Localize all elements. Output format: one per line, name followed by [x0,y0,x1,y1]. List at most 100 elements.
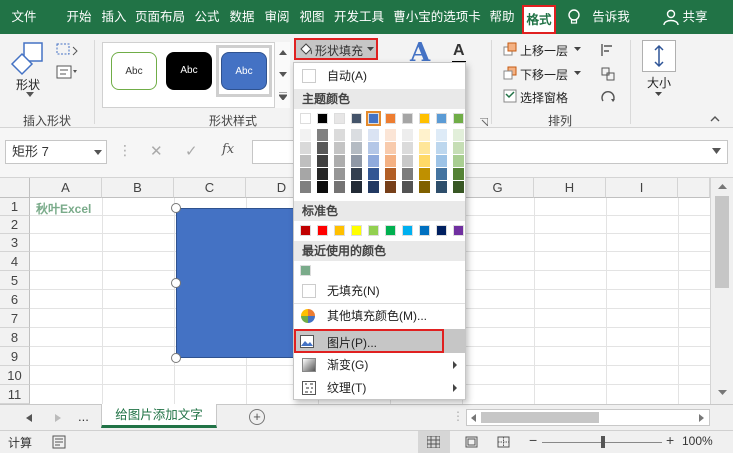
standard-color-swatch[interactable] [334,225,345,236]
theme-shade-swatch[interactable] [402,142,413,154]
text-box-icon[interactable] [55,64,79,80]
more-sheets[interactable]: ... [78,409,89,424]
column-header[interactable] [678,178,710,198]
theme-color-swatch[interactable] [402,113,413,124]
theme-shade-swatch[interactable] [453,142,464,154]
menu-item-picture[interactable]: 图片(P)... [294,329,444,353]
menu-item-gradient[interactable]: 渐变(G) [294,354,465,376]
theme-shade-swatch[interactable] [351,168,362,180]
row-header[interactable]: 7 [0,309,30,328]
resize-handle[interactable] [171,278,181,288]
dialog-launcher-icon[interactable] [480,118,488,126]
theme-shade-swatch[interactable] [351,155,362,167]
style-sample-outline[interactable]: Abc [111,52,157,90]
theme-shade-swatch[interactable] [300,142,311,154]
user-icon[interactable] [662,8,680,26]
theme-shade-swatch[interactable] [317,155,328,167]
chevron-up-icon[interactable] [279,50,287,55]
cell-a1-text[interactable]: 秋叶Excel [36,200,91,217]
resize-handle[interactable] [171,203,181,213]
theme-shade-swatch[interactable] [334,142,345,154]
chevron-down-icon[interactable] [94,150,102,155]
theme-color-swatch[interactable] [351,113,362,124]
theme-shade-swatch[interactable] [385,142,396,154]
zoom-slider-thumb[interactable] [601,436,605,448]
chevron-down-icon[interactable] [574,47,581,51]
menu-item-texture[interactable]: 纹理(T) [294,377,465,399]
chevron-down-icon[interactable] [26,92,34,97]
insert-function-icon[interactable]: fx [222,142,234,157]
align-icon[interactable] [600,42,616,58]
row-header[interactable]: 8 [0,328,30,347]
standard-color-swatch[interactable] [419,225,430,236]
tab-home[interactable]: 开始 [62,0,96,34]
rotate-icon[interactable] [600,89,616,105]
vertical-scrollbar[interactable] [710,178,733,404]
zoom-level[interactable]: 100% [682,434,713,448]
standard-color-swatch[interactable] [436,225,447,236]
theme-shade-swatch[interactable] [317,181,328,193]
theme-color-swatch[interactable] [419,113,430,124]
theme-shade-swatch[interactable] [300,155,311,167]
theme-shade-swatch[interactable] [317,142,328,154]
tab-developer[interactable]: 开发工具 [330,0,388,34]
tab-insert[interactable]: 插入 [97,0,131,34]
standard-color-swatch[interactable] [385,225,396,236]
page-layout-view-icon[interactable] [465,436,478,448]
cancel-icon[interactable]: ✕ [150,142,163,160]
theme-shade-swatch[interactable] [402,155,413,167]
theme-shade-swatch[interactable] [419,155,430,167]
theme-color-swatch[interactable] [300,113,311,124]
horizontal-scrollbar[interactable] [466,409,710,426]
theme-shade-swatch[interactable] [334,129,345,141]
prev-sheet-icon[interactable] [26,414,32,422]
chevron-down-icon[interactable] [655,92,662,96]
scroll-up-icon[interactable] [718,184,727,189]
row-header[interactable]: 2 [0,216,30,234]
theme-shade-swatch[interactable] [436,168,447,180]
add-sheet-button[interactable]: + [249,409,265,425]
standard-color-swatch[interactable] [300,225,311,236]
tell-me-search[interactable]: 告诉我 [590,0,632,34]
theme-color-swatch[interactable] [436,113,447,124]
menu-item-auto[interactable]: 自动(A) [294,65,465,87]
selection-pane-button[interactable]: 选择窗格 [520,89,568,106]
scroll-thumb[interactable] [481,412,599,423]
row-header[interactable]: 4 [0,252,30,271]
bring-forward-button[interactable]: 上移一层 [520,42,568,59]
theme-color-swatch[interactable] [317,113,328,124]
row-header[interactable]: 3 [0,234,30,252]
standard-color-swatch[interactable] [351,225,362,236]
column-header[interactable]: A [30,178,102,198]
theme-shade-swatch[interactable] [300,168,311,180]
theme-shade-swatch[interactable] [351,181,362,193]
theme-shade-swatch[interactable] [317,168,328,180]
theme-color-swatch[interactable] [366,111,381,126]
macro-record-icon[interactable] [52,435,66,449]
theme-color-swatch[interactable] [334,113,345,124]
share-button[interactable]: 共享 [680,0,710,34]
theme-shade-swatch[interactable] [436,155,447,167]
size-button[interactable]: 大小 [647,74,671,91]
theme-shade-swatch[interactable] [351,129,362,141]
theme-shade-swatch[interactable] [385,168,396,180]
theme-shade-swatch[interactable] [419,142,430,154]
theme-shade-swatch[interactable] [419,181,430,193]
theme-shade-swatch[interactable] [385,129,396,141]
tab-formulas[interactable]: 公式 [190,0,224,34]
theme-shade-swatch[interactable] [334,181,345,193]
scroll-left-icon[interactable] [471,414,476,422]
lightbulb-icon[interactable] [565,8,583,26]
gallery-scroll[interactable] [274,42,290,108]
tab-help[interactable]: 帮助 [485,0,519,34]
scroll-down-icon[interactable] [718,390,727,395]
zoom-out-button[interactable]: − [529,432,537,448]
theme-color-swatch[interactable] [385,113,396,124]
tab-custom[interactable]: 曹小宝的选项卡 [390,0,484,34]
normal-view-button[interactable] [418,431,450,453]
row-header[interactable]: 9 [0,347,30,366]
shapes-icon[interactable] [10,40,46,76]
theme-shade-swatch[interactable] [368,168,379,180]
row-header[interactable]: 1 [0,198,30,216]
column-header[interactable]: G [462,178,534,198]
